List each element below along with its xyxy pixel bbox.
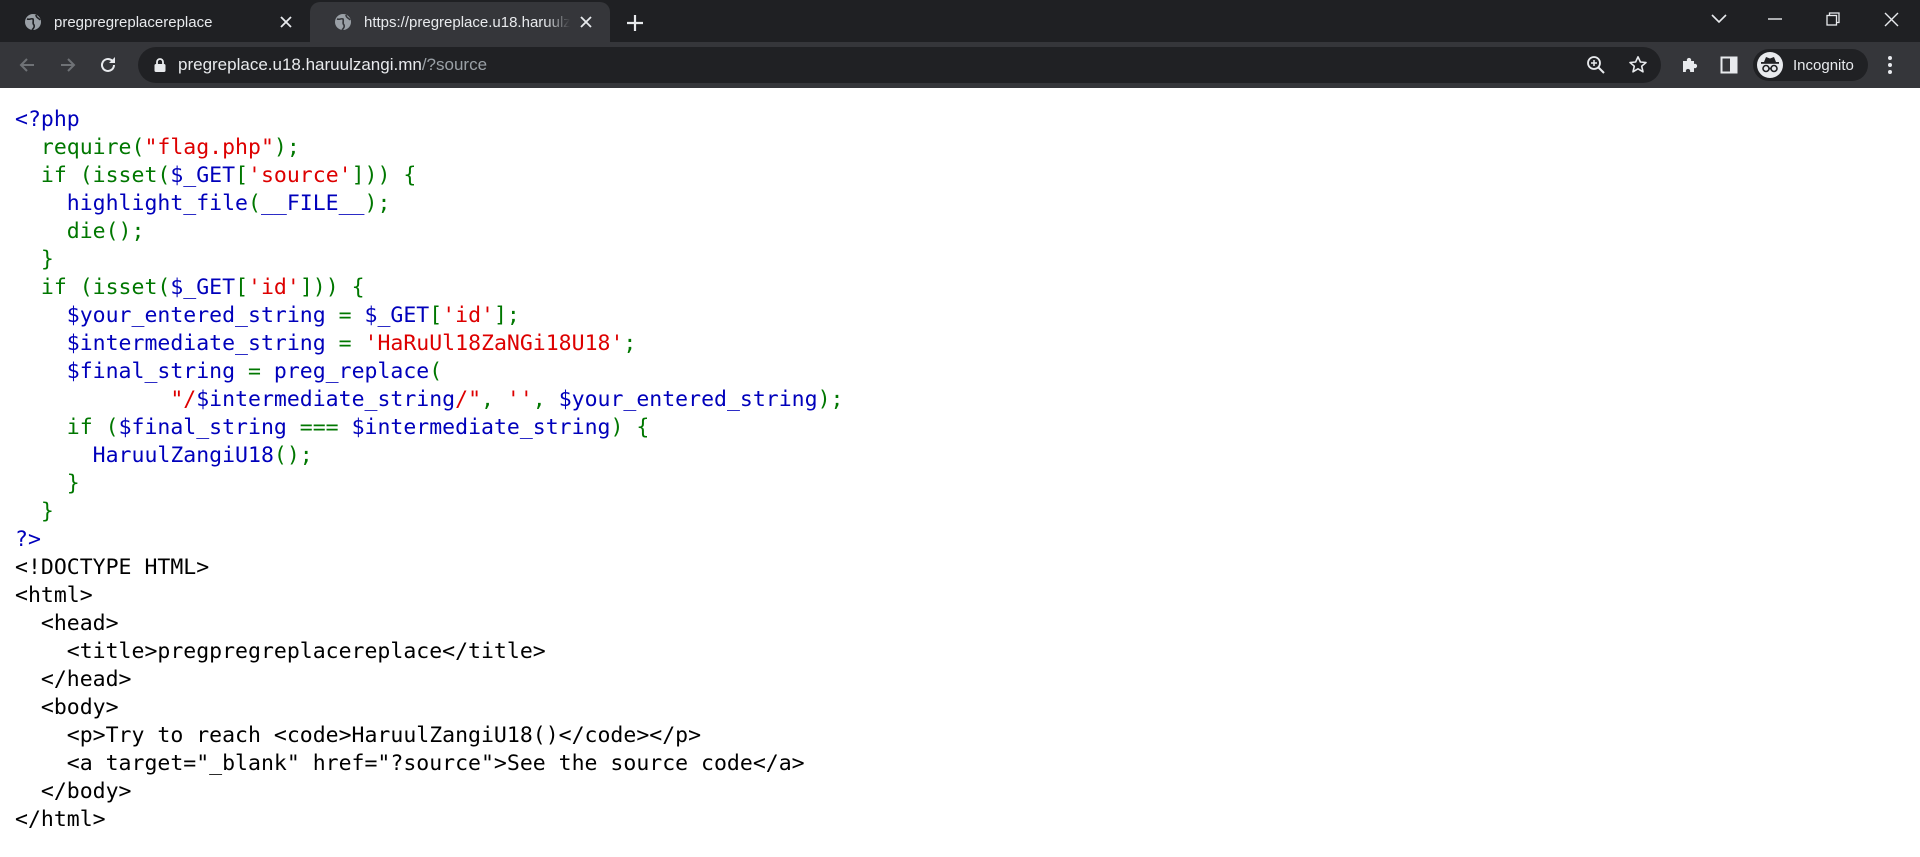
code-token: ); <box>817 387 844 412</box>
code-token: ?> <box>15 527 41 552</box>
code-token: 'source' <box>248 163 352 188</box>
code-token: "/ <box>170 387 197 412</box>
code-token: 'HaRuUl18ZaNGi18U18' <box>364 331 624 356</box>
code-token: [ <box>235 275 249 300</box>
tab-strip: pregpregreplacereplace https://pregrepla… <box>0 0 1920 42</box>
zoom-icon[interactable] <box>1585 54 1607 76</box>
restore-button[interactable] <box>1810 0 1856 38</box>
lock-icon[interactable] <box>152 57 168 73</box>
code-token: = <box>235 359 274 384</box>
code-token: ]; <box>493 303 520 328</box>
close-icon[interactable] <box>576 12 596 32</box>
code-token: 'id' <box>248 275 300 300</box>
code-token: if (isset( <box>40 163 171 188</box>
minimize-icon <box>1768 18 1782 20</box>
url-host: pregreplace.u18.haruulzangi.mn <box>178 55 422 74</box>
code-token: $your_entered_string <box>558 387 818 412</box>
code-token: 'id' <box>442 303 494 328</box>
code-token: if (isset( <box>40 275 171 300</box>
code-token: } <box>66 471 80 496</box>
reload-button[interactable] <box>93 50 123 80</box>
code-token: = <box>325 303 365 328</box>
globe-icon <box>334 13 352 31</box>
code-token: = <box>325 331 365 356</box>
url-text[interactable]: pregreplace.u18.haruulzangi.mn/?source <box>178 55 487 75</box>
code-token: [ <box>235 163 249 188</box>
new-tab-button[interactable] <box>622 10 648 36</box>
puzzle-icon[interactable] <box>1678 53 1702 77</box>
code-token: ])) { <box>351 163 417 188</box>
code-token: ( <box>248 191 261 216</box>
code-token: ; <box>623 331 637 356</box>
code-token: (); <box>273 443 313 468</box>
close-window-icon <box>1884 12 1899 27</box>
incognito-profile-button[interactable]: Incognito <box>1753 49 1868 81</box>
chevron-down-icon <box>1711 14 1727 24</box>
tab-pregreplace-source[interactable]: https://pregreplace.u18.haruulzangi.mn/?… <box>310 2 610 42</box>
tab-search-button[interactable] <box>1696 0 1742 38</box>
code-token: ); <box>364 191 391 216</box>
code-token: ( <box>429 359 443 384</box>
highlighted-source-code: <?php require("flag.php"); if (isset($_G… <box>15 106 843 834</box>
code-token: [ <box>429 303 443 328</box>
code-token: $final_string <box>118 415 287 440</box>
code-token: '' <box>506 387 533 412</box>
tab-title: https://pregreplace.u18.haruulzangi.mn/?… <box>364 13 570 31</box>
code-token: === <box>286 415 352 440</box>
code-token: "flag.php" <box>144 135 274 160</box>
back-arrow-icon <box>18 56 36 74</box>
code-token: preg_replace <box>273 359 430 384</box>
globe-icon <box>24 13 42 31</box>
code-token: $_GET <box>170 275 236 300</box>
restore-icon <box>1826 12 1840 26</box>
profile-label: Incognito <box>1793 56 1854 74</box>
inline-html-block: <!DOCTYPE HTML> <html> <head> <title>pre… <box>15 555 805 832</box>
back-button[interactable] <box>12 50 42 80</box>
code-token: } <box>40 499 54 524</box>
code-token: __FILE__ <box>260 191 365 216</box>
forward-button[interactable] <box>53 50 83 80</box>
reload-icon <box>99 56 117 74</box>
forward-arrow-icon <box>59 56 77 74</box>
page-content: <?php require("flag.php"); if (isset($_G… <box>0 88 1920 857</box>
code-token: $intermediate_string <box>351 415 611 440</box>
code-token: $intermediate_string <box>196 387 456 412</box>
code-token: } <box>40 247 54 272</box>
side-panel-icon[interactable] <box>1717 53 1741 77</box>
code-token: die(); <box>66 219 145 244</box>
tab-pregpregreplacereplace[interactable]: pregpregreplacereplace <box>0 2 310 42</box>
more-vert-icon[interactable] <box>1878 53 1902 77</box>
tab-title: pregpregreplacereplace <box>54 13 213 31</box>
code-token: ); <box>273 135 300 160</box>
code-token: $_GET <box>170 163 236 188</box>
incognito-icon <box>1757 52 1783 78</box>
browser-toolbar: pregreplace.u18.haruulzangi.mn/?source I… <box>0 42 1920 88</box>
code-token: $intermediate_string <box>66 331 326 356</box>
code-token: $your_entered_string <box>66 303 326 328</box>
plus-icon <box>626 14 644 32</box>
close-icon[interactable] <box>276 12 296 32</box>
code-token: HaruulZangiU18 <box>92 443 274 468</box>
code-token: /" <box>455 387 482 412</box>
minimize-button[interactable] <box>1752 0 1798 38</box>
code-token: , <box>481 387 507 412</box>
address-bar[interactable]: pregreplace.u18.haruulzangi.mn/?source <box>138 47 1661 83</box>
code-token: require( <box>40 135 145 160</box>
code-token: , <box>532 387 559 412</box>
code-token: if ( <box>66 415 119 440</box>
star-icon[interactable] <box>1627 54 1649 76</box>
code-token: ) { <box>610 415 650 440</box>
code-token: $final_string <box>66 359 236 384</box>
url-path: /?source <box>421 55 488 74</box>
code-token: <?php <box>15 107 80 132</box>
code-token: ])) { <box>299 275 365 300</box>
close-window-button[interactable] <box>1868 0 1914 38</box>
code-token: $_GET <box>364 303 430 328</box>
code-token: highlight_file <box>66 191 248 216</box>
